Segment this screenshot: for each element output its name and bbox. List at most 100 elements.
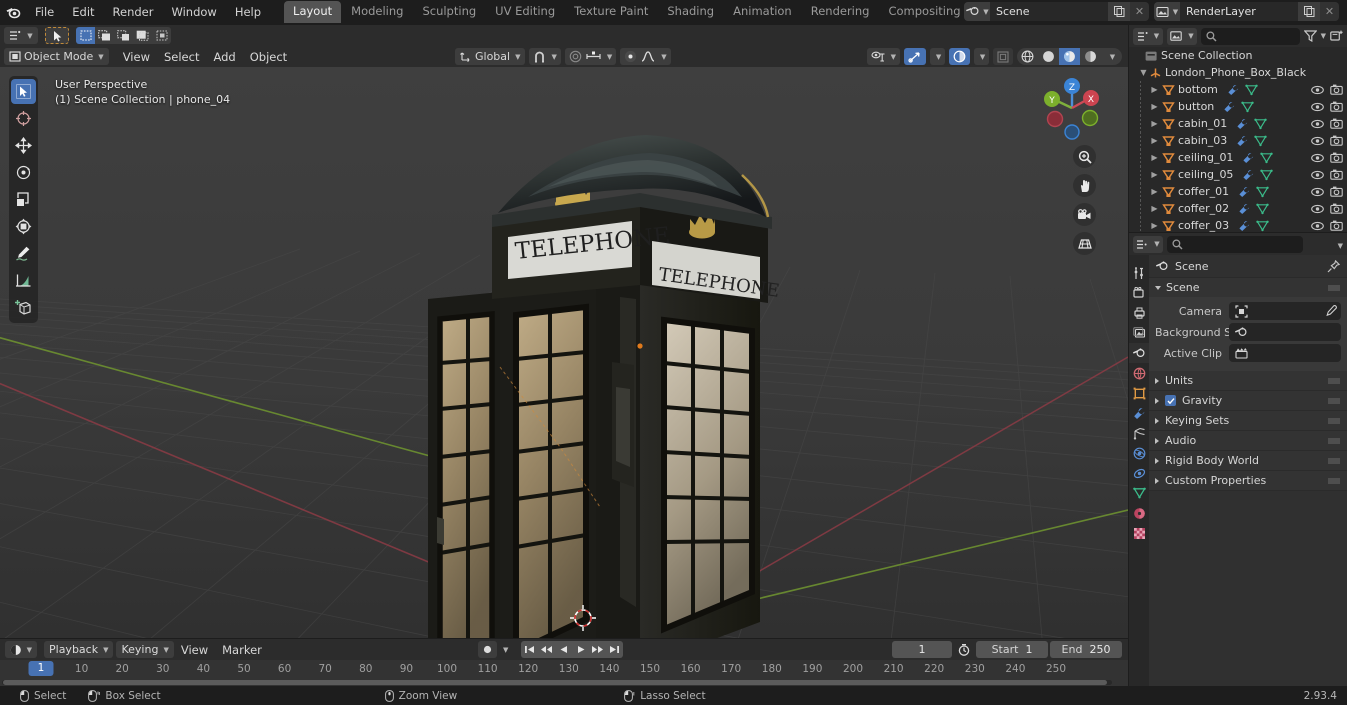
viewlayer-selector[interactable]: ▼ RenderLayer ✕ [1154,2,1339,21]
next-keyframe-icon[interactable] [589,641,607,658]
proportional-edit-selector[interactable]: ▼ [564,48,617,65]
viewport-menu-view[interactable]: View [116,49,157,65]
timeline-menu-playback[interactable]: Playback ▼ [44,641,114,658]
current-frame-field[interactable]: 1 [892,641,952,658]
tweak-tool[interactable] [11,79,36,104]
outliner-row-ceiling_05[interactable]: ▶ ceiling_05 [1129,166,1347,183]
object-data-tab[interactable] [1129,483,1149,503]
menu-render[interactable]: Render [104,2,163,22]
expand-toggle-coffer_02[interactable]: ▶ [1149,200,1160,217]
workspace-tab-rendering[interactable]: Rendering [802,1,879,23]
properties-editor-type-selector[interactable]: ▼ [1133,235,1163,253]
outliner-row-root[interactable]: ▼ London_Phone_Box_Black [1129,64,1347,81]
expand-toggle-bottom[interactable]: ▶ [1149,81,1160,98]
disable-in-render-icon[interactable] [1330,101,1343,112]
rotate-tool[interactable] [11,160,36,185]
viewport-menu-object[interactable]: Object [243,49,294,65]
expand-toggle-button[interactable]: ▶ [1149,98,1160,115]
scale-tool[interactable] [11,187,36,212]
mesh-data-icon[interactable] [1245,84,1258,96]
outliner-tree[interactable]: Scene Collection ▼ London_Phone_Box_Blac… [1129,47,1347,232]
outliner-row-cabin_03[interactable]: ▶ cabin_03 [1129,132,1347,149]
disable-in-render-icon[interactable] [1330,203,1343,214]
panel-custom-properties[interactable]: Custom Properties [1149,471,1347,491]
mesh-data-icon[interactable] [1256,220,1269,232]
expand-toggle-cabin_03[interactable]: ▶ [1149,132,1160,149]
select-extend-button[interactable] [95,27,114,44]
modifier-icon[interactable] [1242,169,1255,181]
solid-shading-button[interactable] [1038,48,1059,65]
object-tab[interactable] [1129,383,1149,403]
object-mode-selector[interactable]: Object Mode ▼ [4,48,109,65]
gizmo-toggle[interactable] [904,48,926,65]
panel-rigid-body-world[interactable]: Rigid Body World [1149,451,1347,471]
timeline-menu-view[interactable]: View [174,642,215,658]
timeline-editor-type-selector[interactable]: ▼ [5,641,37,658]
modifier-icon[interactable] [1227,84,1240,96]
navigation-gizmo[interactable]: Z Y X [1036,72,1108,144]
mesh-data-icon[interactable] [1254,118,1267,130]
filter-icon[interactable]: ▼ [1303,30,1326,42]
hide-in-viewport-icon[interactable] [1311,204,1324,214]
mesh-data-icon[interactable] [1256,186,1269,198]
timeline-ruler[interactable]: 1 10 20 30 40 50 60 70 80 90 100 110 120 130 140 150 160… [0,660,1128,679]
workspace-tab-compositing[interactable]: Compositing [879,1,969,23]
pin-icon[interactable] [1327,259,1340,273]
mesh-data-icon[interactable] [1241,101,1254,113]
menu-edit[interactable]: Edit [63,2,103,22]
disable-in-render-icon[interactable] [1330,186,1343,197]
mesh-data-icon[interactable] [1260,152,1274,164]
constraints-tab[interactable] [1129,463,1149,483]
outliner-row-scene-collection[interactable]: Scene Collection [1129,47,1347,64]
menu-help[interactable]: Help [226,2,270,22]
transform-tool[interactable] [11,214,36,239]
blender-logo-icon[interactable] [0,0,26,24]
properties-filter-dropdown[interactable]: ▼ [1336,238,1343,251]
overlays-toggle[interactable] [949,48,970,65]
physics-tab[interactable] [1129,443,1149,463]
rendered-shading-button[interactable] [1080,48,1101,65]
material-tab[interactable] [1129,503,1149,523]
timeline-playhead[interactable]: 1 [28,661,54,676]
modifier-icon[interactable] [1236,135,1249,147]
workspace-tab-modeling[interactable]: Modeling [342,1,412,23]
end-frame-field[interactable]: End 250 [1050,641,1122,658]
workspace-tab-layout[interactable]: Layout [284,1,342,23]
play-icon[interactable] [572,641,590,658]
cursor-tool[interactable] [11,106,36,131]
outliner-row-coffer_03[interactable]: ▶ coffer_03 [1129,217,1347,232]
auto-keying-toggle[interactable] [478,641,497,658]
transform-orientation-selector[interactable]: Global ▼ [455,48,526,65]
camera-field[interactable] [1229,302,1341,320]
snap-during-transform-toggle[interactable]: ▼ [620,48,671,65]
disable-in-render-icon[interactable] [1330,152,1343,163]
panel-keying-sets[interactable]: Keying Sets [1149,411,1347,431]
editor-type-selector[interactable]: ▼ [4,27,38,44]
visibility-selector[interactable]: ▼ [866,48,900,65]
render-tab[interactable] [1129,283,1149,303]
viewport-menu-select[interactable]: Select [157,49,206,65]
timeline-menu-keying[interactable]: Keying ▼ [116,641,174,658]
camera-icon[interactable] [1073,203,1096,226]
scene-panel-header[interactable]: Scene [1149,277,1347,297]
modifier-icon[interactable] [1236,118,1249,130]
annotate-tool[interactable] [11,241,36,266]
viewport-menu-add[interactable]: Add [206,49,242,65]
scene-name[interactable]: Scene [990,2,1108,21]
workspace-tab-texture-paint[interactable]: Texture Paint [565,1,657,23]
add-cube-tool[interactable] [11,295,36,320]
material-preview-shading-button[interactable] [1059,48,1080,65]
scene-selector[interactable]: ▼ Scene ✕ [964,2,1149,21]
expand-toggle-cabin_01[interactable]: ▶ [1149,115,1160,132]
jump-start-icon[interactable] [521,641,539,658]
texture-tab[interactable] [1129,523,1149,543]
workspace-tab-uv-editing[interactable]: UV Editing [486,1,564,23]
jump-end-icon[interactable] [606,641,624,658]
background-scene-field[interactable] [1229,323,1341,341]
hide-in-viewport-icon[interactable] [1311,153,1324,163]
remove-viewlayer-button[interactable]: ✕ [1320,2,1339,21]
workspace-tab-shading[interactable]: Shading [658,1,723,23]
expand-toggle-ceiling_01[interactable]: ▶ [1149,149,1160,166]
ortho-persp-icon[interactable] [1073,232,1096,255]
select-subtract-button[interactable] [114,27,133,44]
